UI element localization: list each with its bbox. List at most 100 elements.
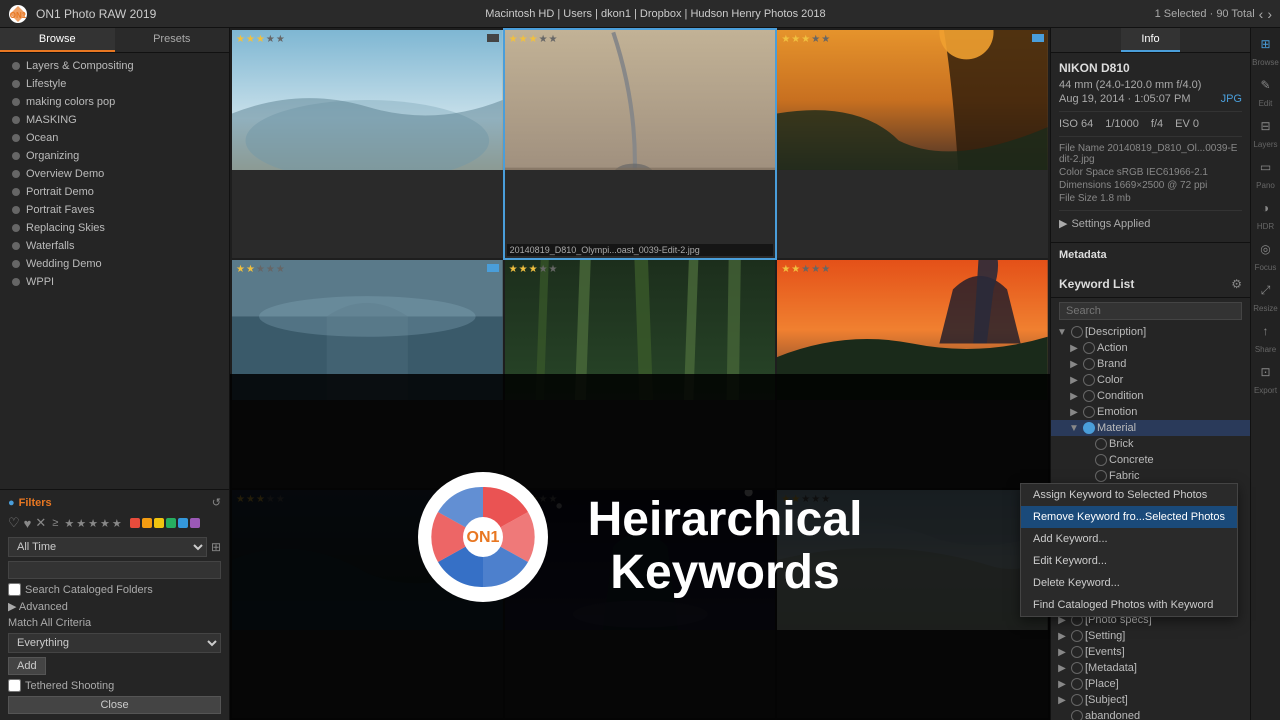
export-icon[interactable]: ⊡ xyxy=(1254,360,1278,384)
reject-icon[interactable]: ✕ xyxy=(35,515,46,531)
sidebar-item-label: Organizing xyxy=(26,150,79,162)
swatch-green[interactable] xyxy=(166,518,176,528)
star-5[interactable]: ★ xyxy=(112,517,122,530)
sidebar-item-wedding-demo[interactable]: Wedding Demo xyxy=(0,255,229,273)
star-filter: ★ ★ ★ ★ ★ xyxy=(64,517,121,530)
hdr-icon[interactable]: ◑ xyxy=(1254,196,1278,220)
context-menu-edit[interactable]: Edit Keyword... xyxy=(1051,550,1237,572)
expand-icon[interactable]: ▶ xyxy=(1067,375,1081,386)
cataloged-checkbox[interactable] xyxy=(8,583,21,596)
sidebar-item-overview-demo[interactable]: Overview Demo xyxy=(0,165,229,183)
sidebar-item-layers[interactable]: Layers & Compositing xyxy=(0,57,229,75)
photo-cell-3[interactable]: ★ ★ ★ ★ ★ xyxy=(777,30,1048,258)
expand-icon[interactable]: ▶ xyxy=(1067,343,1081,354)
photo-cell-1[interactable]: ★ ★ ★ ★ ★ xyxy=(232,30,503,258)
tab-browse[interactable]: Browse xyxy=(0,28,115,52)
context-menu-assign[interactable]: Assign Keyword to Selected Photos xyxy=(1051,484,1237,506)
swatch-purple[interactable] xyxy=(190,518,200,528)
swatch-blue[interactable] xyxy=(178,518,188,528)
sidebar-item-replacing-skies[interactable]: Replacing Skies xyxy=(0,219,229,237)
kw-fabric[interactable]: Fabric xyxy=(1051,468,1250,484)
expand-icon[interactable]: ▶ xyxy=(1055,663,1069,674)
kw-concrete[interactable]: Concrete xyxy=(1051,452,1250,468)
browse-icon[interactable]: ⊞ xyxy=(1254,32,1278,56)
time-select[interactable]: All Time xyxy=(8,537,207,557)
expand-icon[interactable]: ▼ xyxy=(1055,327,1069,338)
expand-icon[interactable]: ▶ xyxy=(1067,391,1081,402)
kw-condition[interactable]: ▶ Condition xyxy=(1051,388,1250,404)
filters-reset[interactable]: ↺ xyxy=(212,496,221,509)
sidebar-item-organizing[interactable]: Organizing xyxy=(0,147,229,165)
star-3[interactable]: ★ xyxy=(88,517,98,530)
expand-icon[interactable]: ▶ xyxy=(1067,407,1081,418)
kw-circle xyxy=(1071,326,1083,338)
kw-setting[interactable]: ▶ [Setting] xyxy=(1051,628,1250,644)
resize-icon[interactable]: ⤢ xyxy=(1254,278,1278,302)
keyword-search-input[interactable] xyxy=(1059,302,1242,320)
expand-icon[interactable]: ▼ xyxy=(1067,423,1081,434)
sidebar-item-making-colors[interactable]: making colors pop xyxy=(0,93,229,111)
nav-prev[interactable]: ‹ xyxy=(1259,6,1264,22)
kw-brand[interactable]: ▶ Brand xyxy=(1051,356,1250,372)
star-4[interactable]: ★ xyxy=(100,517,110,530)
kw-abandoned[interactable]: abandoned xyxy=(1051,708,1250,720)
advanced-toggle[interactable]: ▶ Advanced xyxy=(8,600,221,613)
swatch-red[interactable] xyxy=(130,518,140,528)
layers-icon[interactable]: ⊟ xyxy=(1254,114,1278,138)
kw-circle xyxy=(1071,678,1083,690)
swatch-orange[interactable] xyxy=(142,518,152,528)
sidebar-item-portrait-faves[interactable]: Portrait Faves xyxy=(0,201,229,219)
add-button[interactable]: Add xyxy=(8,657,46,675)
tab-presets[interactable]: Presets xyxy=(115,28,230,52)
sidebar-item-ocean[interactable]: Ocean xyxy=(0,129,229,147)
close-button[interactable]: Close xyxy=(8,696,221,714)
heart-icon[interactable]: ♡ xyxy=(8,515,20,531)
edit-icon[interactable]: ✎ xyxy=(1254,73,1278,97)
heart-filled-icon[interactable]: ♥ xyxy=(24,516,32,531)
pano-icon[interactable]: ▭ xyxy=(1254,155,1278,179)
photo-stars: ★ ★ ★ ★ ★ xyxy=(781,264,830,275)
settings-applied-row[interactable]: ▶ Settings Applied xyxy=(1059,217,1242,230)
tethered-checkbox[interactable] xyxy=(8,679,21,692)
star: ★ xyxy=(529,34,538,45)
kw-material[interactable]: ▼ Material xyxy=(1051,420,1250,436)
tab-info[interactable]: Info xyxy=(1121,28,1179,52)
sidebar-item-masking[interactable]: MASKING xyxy=(0,111,229,129)
star-2[interactable]: ★ xyxy=(76,517,86,530)
everything-select[interactable]: Everything xyxy=(8,633,221,653)
context-menu-find[interactable]: Find Cataloged Photos with Keyword xyxy=(1051,594,1237,616)
expand-icon[interactable]: ▶ xyxy=(1055,647,1069,658)
focus-icon[interactable]: ◎ xyxy=(1254,237,1278,261)
kw-emotion[interactable]: ▶ Emotion xyxy=(1051,404,1250,420)
kw-color[interactable]: ▶ Color xyxy=(1051,372,1250,388)
swatch-yellow[interactable] xyxy=(154,518,164,528)
sidebar-item-portrait-demo[interactable]: Portrait Demo xyxy=(0,183,229,201)
star-1[interactable]: ★ xyxy=(64,517,74,530)
expand-icon[interactable]: ▶ xyxy=(1055,679,1069,690)
search-input[interactable] xyxy=(8,561,221,579)
star-empty: ★ xyxy=(276,264,285,275)
share-icon[interactable]: ↑ xyxy=(1254,319,1278,343)
kw-place[interactable]: ▶ [Place] xyxy=(1051,676,1250,692)
sidebar-item-waterfalls[interactable]: Waterfalls xyxy=(0,237,229,255)
context-menu-add[interactable]: Add Keyword... xyxy=(1051,528,1237,550)
kw-subject[interactable]: ▶ [Subject] xyxy=(1051,692,1250,708)
kw-brick[interactable]: Brick xyxy=(1051,436,1250,452)
context-menu-delete[interactable]: Delete Keyword... xyxy=(1051,572,1237,594)
kw-action[interactable]: ▶ Action xyxy=(1051,340,1250,356)
context-menu-remove[interactable]: Remove Keyword fro...Selected Photos xyxy=(1051,506,1237,528)
expand-icon[interactable]: ▶ xyxy=(1055,631,1069,642)
kw-circle xyxy=(1071,694,1083,706)
photo-cell-2[interactable]: ★ ★ ★ ★ ★ 20140819_D810_Olympi...oast_00… xyxy=(505,30,776,258)
keyword-gear-icon[interactable]: ⚙ xyxy=(1231,277,1242,291)
nav-next[interactable]: › xyxy=(1267,6,1272,22)
kw-events[interactable]: ▶ [Events] xyxy=(1051,644,1250,660)
kw-metadata[interactable]: ▶ [Metadata] xyxy=(1051,660,1250,676)
expand-icon[interactable]: ▶ xyxy=(1067,359,1081,370)
expand-icon[interactable]: ▶ xyxy=(1055,695,1069,706)
filters-title: Filters xyxy=(19,497,52,509)
sidebar-item-lifestyle[interactable]: Lifestyle xyxy=(0,75,229,93)
grid-view-icon[interactable]: ⊞ xyxy=(211,540,221,554)
kw-description[interactable]: ▼ [Description] xyxy=(1051,324,1250,340)
sidebar-item-wppi[interactable]: WPPI xyxy=(0,273,229,291)
